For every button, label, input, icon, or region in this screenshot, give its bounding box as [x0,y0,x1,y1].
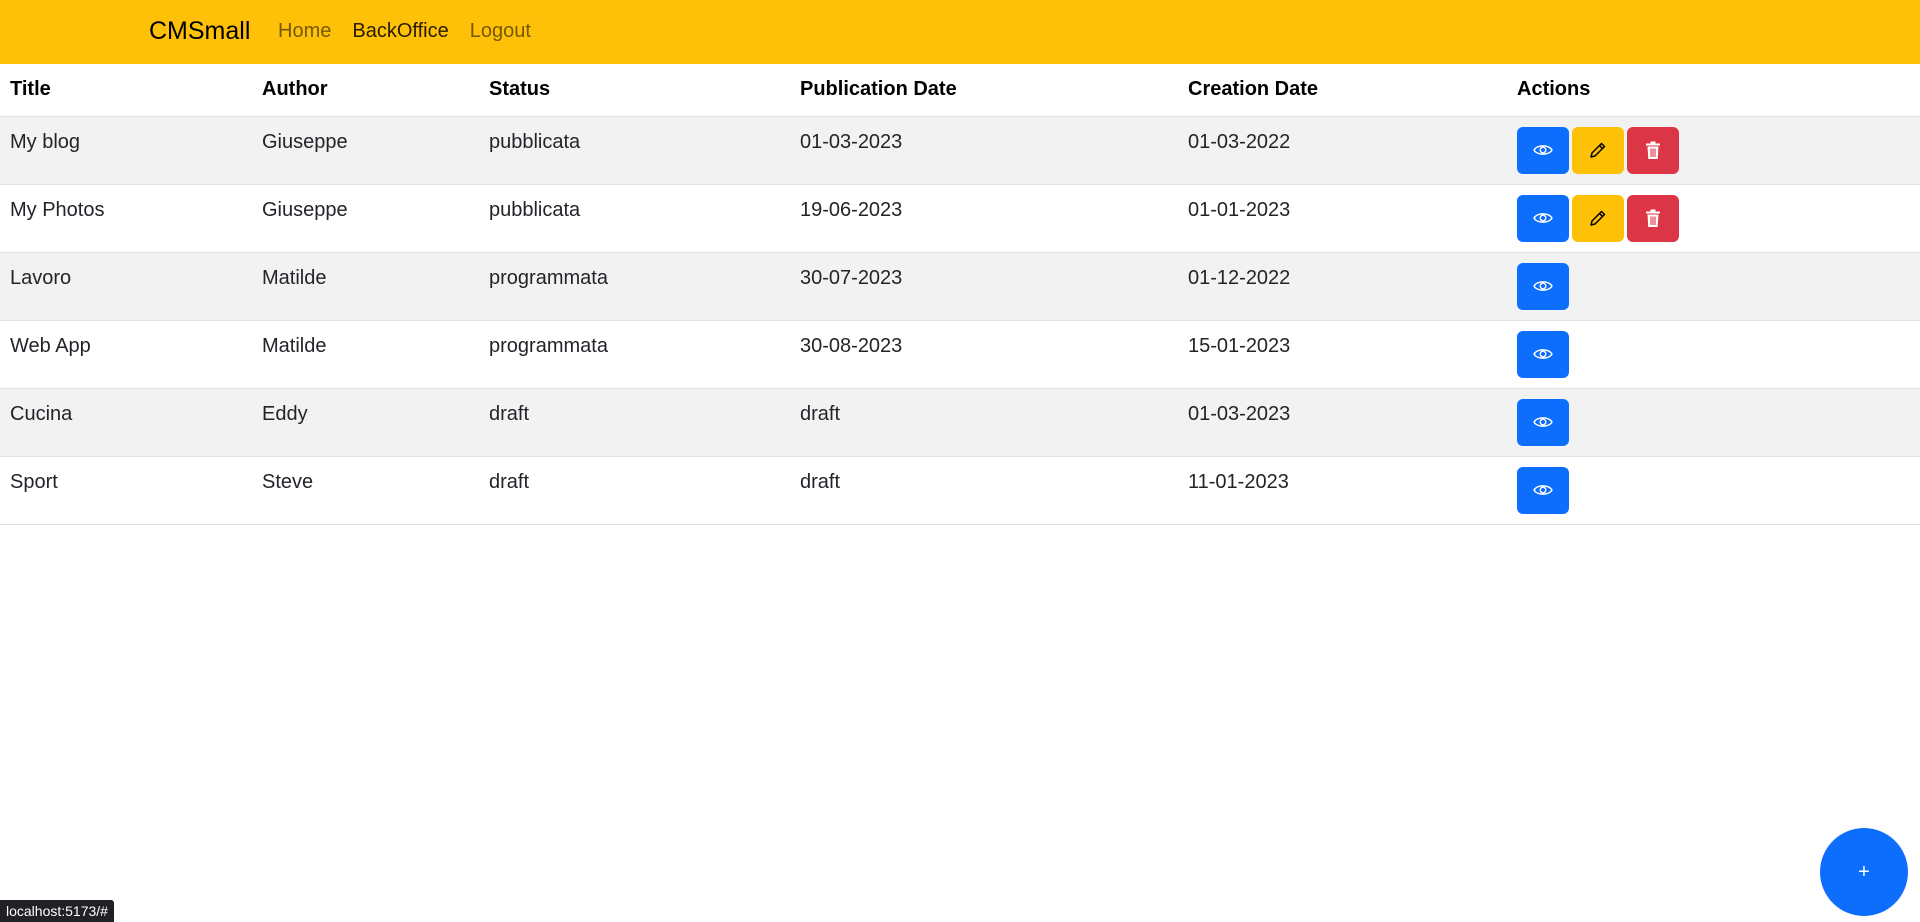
cell-actions [1507,456,1920,525]
cell-creation-date: 01-12-2022 [1178,252,1507,321]
cell-publication-date: 01-03-2023 [790,116,1178,185]
view-button[interactable] [1517,262,1569,310]
cell-author: Giuseppe [252,184,479,253]
cell-status: programmata [479,320,790,389]
cell-creation-date: 11-01-2023 [1178,456,1507,525]
pencil-icon [1588,208,1608,228]
cell-publication-date: 19-06-2023 [790,184,1178,253]
cell-status: draft [479,388,790,457]
table-row: My blog Giuseppe pubblicata 01-03-2023 01-03… [0,116,1920,185]
edit-button[interactable] [1572,194,1624,242]
cell-status: pubblicata [479,184,790,253]
cell-creation-date: 01-01-2023 [1178,184,1507,253]
view-button[interactable] [1517,466,1569,514]
cell-author: Steve [252,456,479,525]
table-header-row: Title Author Status Publication Date Cre… [0,64,1920,117]
table-row: Cucina Eddy draft draft 01-03-2023 [0,388,1920,457]
cell-creation-date: 01-03-2022 [1178,116,1507,185]
cell-status: draft [479,456,790,525]
eye-icon [1533,483,1553,497]
pencil-icon [1588,140,1608,160]
header-creation-date: Creation Date [1178,64,1507,117]
cell-author: Eddy [252,388,479,457]
view-button[interactable] [1517,330,1569,378]
header-title: Title [0,64,252,117]
edit-button[interactable] [1572,126,1624,174]
eye-icon [1533,347,1553,361]
view-button[interactable] [1517,126,1569,174]
cell-creation-date: 01-03-2023 [1178,388,1507,457]
cell-publication-date: draft [790,388,1178,457]
nav-link-backoffice[interactable]: BackOffice [352,18,448,44]
view-button[interactable] [1517,194,1569,242]
cell-title: Cucina [0,388,252,457]
trash-icon [1645,209,1661,228]
header-status: Status [479,64,790,117]
table-row: Sport Steve draft draft 11-01-2023 [0,456,1920,525]
table-row: Lavoro Matilde programmata 30-07-2023 01-12-… [0,252,1920,321]
cell-title: My blog [0,116,252,185]
cell-actions [1507,116,1920,185]
eye-icon [1533,279,1553,293]
cell-title: Lavoro [0,252,252,321]
header-actions: Actions [1507,64,1920,117]
header-publication-date: Publication Date [790,64,1178,117]
cell-publication-date: draft [790,456,1178,525]
cell-publication-date: 30-08-2023 [790,320,1178,389]
cell-actions [1507,388,1920,457]
navbar: CMSmall Home BackOffice Logout [0,0,1920,64]
cell-actions [1507,252,1920,321]
link-preview-status: localhost:5173/# [0,900,114,922]
cell-title: Web App [0,320,252,389]
cell-actions [1507,320,1920,389]
cell-title: My Photos [0,184,252,253]
cell-author: Giuseppe [252,116,479,185]
nav-link-logout[interactable]: Logout [470,18,531,44]
cell-author: Matilde [252,320,479,389]
nav-link-home[interactable]: Home [278,18,331,44]
add-page-button[interactable]: + [1820,828,1908,916]
table-row: My Photos Giuseppe pubblicata 19-06-2023 01-… [0,184,1920,253]
cell-creation-date: 15-01-2023 [1178,320,1507,389]
cell-title: Sport [0,456,252,525]
view-button[interactable] [1517,398,1569,446]
cell-author: Matilde [252,252,479,321]
header-author: Author [252,64,479,117]
table-row: Web App Matilde programmata 30-08-2023 15-01… [0,320,1920,389]
cell-status: pubblicata [479,116,790,185]
table-body: My blog Giuseppe pubblicata 01-03-2023 01-03… [0,116,1920,525]
pages-table: Title Author Status Publication Date Cre… [0,64,1920,525]
cell-actions [1507,184,1920,253]
delete-button[interactable] [1627,126,1679,174]
cell-publication-date: 30-07-2023 [790,252,1178,321]
nav-links: Home BackOffice Logout [278,18,552,44]
delete-button[interactable] [1627,194,1679,242]
cell-status: programmata [479,252,790,321]
trash-icon [1645,141,1661,160]
eye-icon [1533,143,1553,157]
brand-logo[interactable]: CMSmall [149,14,250,48]
eye-icon [1533,415,1553,429]
eye-icon [1533,211,1553,225]
